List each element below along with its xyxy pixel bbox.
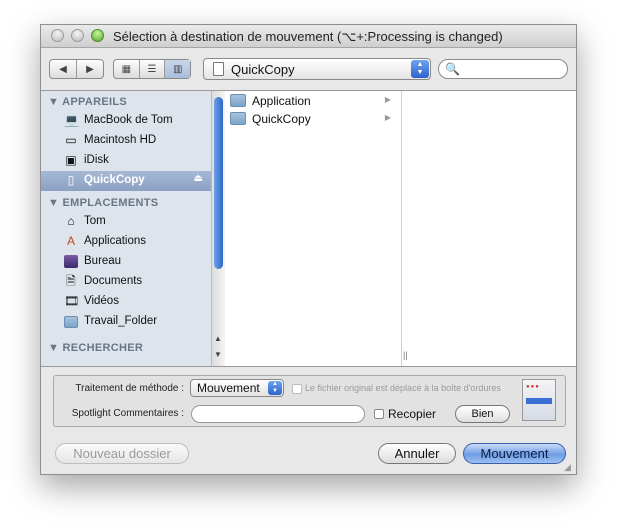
search-icon: 🔍 [445, 62, 460, 76]
scroll-up-icon[interactable]: ▲ [214, 334, 222, 343]
selection-bar-icon [526, 398, 552, 404]
search-field[interactable]: 🔍 [438, 59, 568, 79]
home-icon: ⌂ [67, 214, 75, 228]
move-button[interactable]: Mouvement [463, 443, 566, 464]
documents-icon: 🗎 [66, 274, 76, 288]
options-panel: Traitement de méthode : Mouvement ▲ ▼ Le … [53, 375, 566, 427]
toolbar: ◀ ▶ ▦ ☰ ▥ QuickCopy ▲ ▼ 🔍 [41, 48, 576, 90]
disclosure-arrow-icon: ▶ [384, 95, 391, 104]
sidebar-item-label: Tom [84, 215, 106, 227]
sidebar-item-label: MacBook de Tom [84, 114, 173, 126]
volume-icon: ▯ [67, 173, 75, 187]
folder-alias-icon [230, 94, 246, 107]
spotlight-label: Spotlight Commentaires : [71, 408, 184, 419]
application-preview-icon: ●●● [522, 379, 556, 421]
back-forward-control: ◀ ▶ [49, 59, 104, 79]
sidebar-item-applications[interactable]: A Applications [41, 232, 211, 252]
dialog-window: Sélection à destination de mouvement (⌥+… [40, 24, 577, 475]
sidebar-item-bureau[interactable]: Bureau [41, 252, 211, 272]
recopier-label: Recopier [388, 407, 437, 421]
scroll-down-icon[interactable]: ▼ [214, 350, 222, 359]
back-button[interactable]: ◀ [50, 60, 77, 78]
folder-icon [230, 112, 246, 125]
zoom-button[interactable] [91, 29, 104, 42]
sidebar-item-label: Applications [84, 235, 147, 247]
cancel-button[interactable]: Annuler [378, 443, 456, 464]
spotlight-comments-input[interactable] [191, 405, 365, 423]
location-popup[interactable]: QuickCopy ▲ ▼ [203, 58, 431, 80]
desktop-icon [64, 255, 78, 268]
scrollbar-thumb[interactable] [214, 97, 223, 269]
forward-button[interactable]: ▶ [77, 60, 103, 78]
title-bar[interactable]: Sélection à destination de mouvement (⌥+… [41, 25, 576, 48]
sidebar-item-label: Travail_Folder [84, 315, 158, 327]
hard-drive-icon: ▭ [65, 133, 77, 147]
search-input[interactable] [461, 62, 565, 76]
applications-icon: A [66, 234, 75, 248]
browser-column-1: Application ▶ QuickCopy ▶ [227, 91, 402, 366]
list-item-quickcopy[interactable]: QuickCopy ▶ [227, 110, 401, 128]
sidebar-item-label: Bureau [84, 255, 122, 267]
recopier-checkbox[interactable] [374, 409, 384, 419]
original-moved-checkbox[interactable] [292, 384, 302, 394]
sidebar-item-label: QuickCopy [84, 174, 145, 186]
sidebar-item-macintosh-hd[interactable]: ▭ Macintosh HD [41, 131, 211, 151]
sidebar-item-label: iDisk [84, 154, 109, 166]
sidebar-item-travail-folder[interactable]: Travail_Folder [41, 312, 211, 332]
file-browser: ▼ APPAREILS 💻 MacBook de Tom ▭ Macintosh… [41, 90, 576, 367]
popup-arrows-icon: ▲ ▼ [411, 60, 429, 78]
new-folder-button[interactable]: Nouveau dossier [55, 443, 189, 464]
sidebar-item-videos[interactable]: 🎞 Vidéos [41, 292, 211, 312]
idisk-icon: ▣ [65, 153, 77, 167]
resize-grip-icon[interactable]: ◢ [564, 462, 574, 472]
sidebar: ▼ APPAREILS 💻 MacBook de Tom ▭ Macintosh… [41, 91, 211, 366]
sidebar-item-label: Macintosh HD [84, 134, 157, 146]
sidebar-item-tom[interactable]: ⌂ Tom [41, 212, 211, 232]
sidebar-item-quickcopy[interactable]: ▯ QuickCopy ⏏ [41, 171, 211, 191]
list-item-label: QuickCopy [252, 112, 311, 126]
sidebar-item-label: Documents [84, 275, 143, 287]
sidebar-header-search[interactable]: ▼ RECHERCHER [48, 342, 143, 354]
list-item-application[interactable]: Application ▶ [227, 92, 401, 110]
sidebar-item-label: Vidéos [84, 295, 119, 307]
window-buttons-icon: ●●● [526, 384, 540, 390]
browser-column-2 [403, 91, 576, 366]
minimize-button[interactable] [71, 29, 84, 42]
bien-button[interactable]: Bien [455, 405, 510, 423]
sidebar-item-documents[interactable]: 🗎 Documents [41, 272, 211, 292]
volume-icon [213, 62, 224, 76]
laptop-icon: 💻 [64, 113, 79, 127]
list-view-button[interactable]: ☰ [140, 60, 166, 78]
method-value: Mouvement [197, 381, 260, 395]
close-button[interactable] [51, 29, 64, 42]
list-item-label: Application [252, 94, 311, 108]
sidebar-scrollbar[interactable]: ▲ ▼ [211, 91, 225, 366]
original-moved-label: Le fichier original est déplacé à la boî… [305, 383, 501, 393]
sidebar-item-macbook[interactable]: 💻 MacBook de Tom [41, 111, 211, 131]
eject-icon[interactable]: ⏏ [194, 173, 203, 184]
sidebar-header-devices[interactable]: ▼ APPAREILS [48, 96, 127, 108]
folder-icon [64, 316, 78, 328]
view-mode-control: ▦ ☰ ▥ [113, 59, 191, 79]
disclosure-arrow-icon: ▶ [384, 113, 391, 122]
method-label: Traitement de méthode : [75, 383, 184, 394]
location-label: QuickCopy [231, 62, 295, 77]
column-view-button[interactable]: ▥ [165, 60, 191, 78]
movies-icon: 🎞 [64, 294, 80, 308]
method-select[interactable]: Mouvement ▲ ▼ [190, 379, 284, 397]
window-title: Sélection à destination de mouvement (⌥+… [113, 29, 503, 44]
sidebar-header-places[interactable]: ▼ EMPLACEMENTS [48, 197, 158, 209]
sidebar-item-idisk[interactable]: ▣ iDisk [41, 151, 211, 171]
icon-view-button[interactable]: ▦ [114, 60, 140, 78]
popup-arrows-icon: ▲ ▼ [268, 381, 282, 395]
